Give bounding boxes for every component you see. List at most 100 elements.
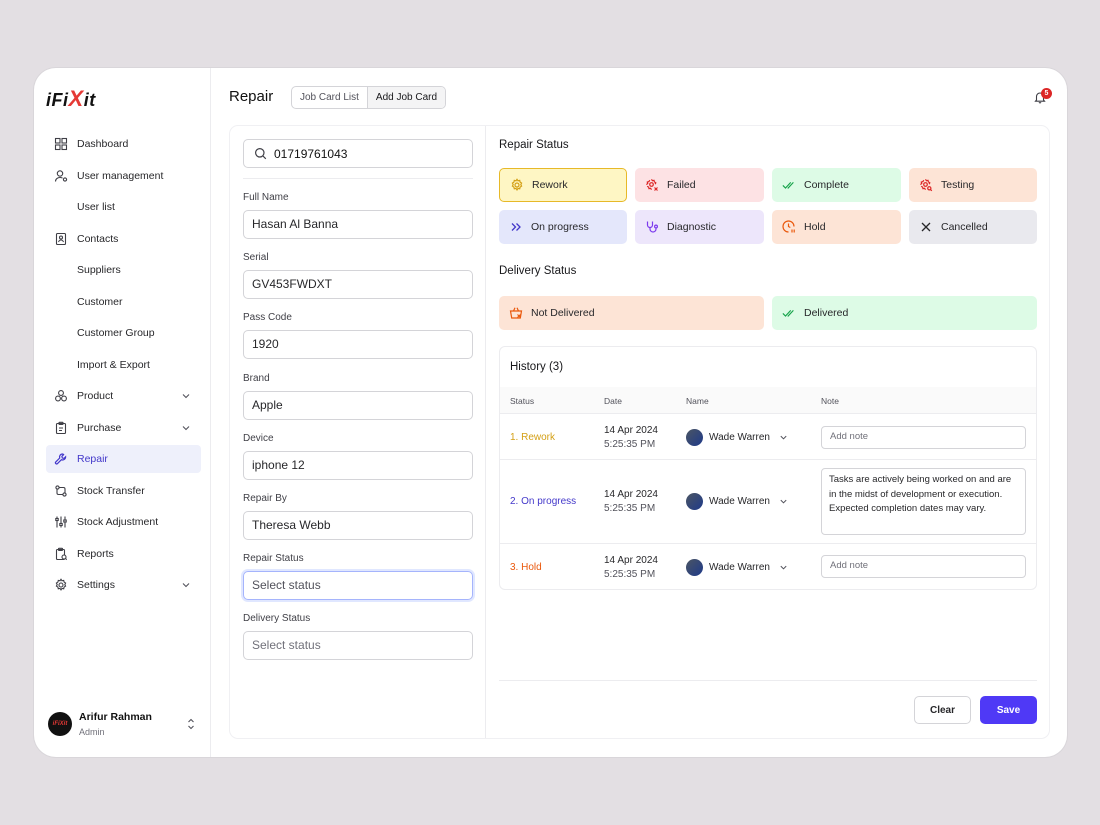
avatar: iFiXit	[48, 712, 72, 736]
pass-code-input[interactable]: 1920	[243, 330, 473, 359]
double-check-icon	[782, 181, 794, 189]
column-header-status: Status	[510, 396, 535, 406]
clear-button[interactable]: Clear	[914, 696, 971, 724]
avatar	[686, 493, 703, 510]
brand-input[interactable]: Apple	[243, 391, 473, 420]
chip-label: Delivered	[804, 307, 849, 319]
contacts-icon	[55, 232, 67, 245]
device-input[interactable]: iphone 12	[243, 451, 473, 480]
row-assignee-name: Wade Warren	[709, 432, 770, 443]
row-date: 14 Apr 2024 5:25:35 PM	[604, 554, 658, 582]
sidebar-item-label: Stock Adjustment	[77, 516, 159, 528]
status-panel: Repair Status Rework Failed Complete Tes…	[486, 126, 1049, 738]
save-button[interactable]: Save	[980, 696, 1037, 724]
table-row: 1. Rework 14 Apr 2024 5:25:35 PM Wade Wa…	[500, 413, 1036, 459]
sidebar-item-stock-transfer[interactable]: Stock Transfer	[46, 477, 201, 505]
row-assignee-name: Wade Warren	[709, 496, 770, 507]
status-option-diagnostic[interactable]: Diagnostic	[635, 210, 764, 244]
delivery-status-select[interactable]: Select status	[243, 631, 473, 660]
sidebar-item-dashboard[interactable]: Dashboard	[46, 130, 201, 158]
row-date-time: 5:25:35 PM	[604, 439, 656, 450]
job-card-form: 01719761043 Full Name Hasan Al Banna Ser…	[230, 126, 486, 738]
row-assignee[interactable]: Wade Warren	[686, 493, 788, 510]
chip-label: Rework	[532, 179, 568, 191]
row-status: 2. On progress	[510, 496, 577, 507]
chevron-down-icon	[182, 425, 190, 430]
sidebar-item-stock-adjustment[interactable]: Stock Adjustment	[46, 508, 201, 536]
full-name-input[interactable]: Hasan Al Banna	[243, 210, 473, 239]
app-logo[interactable]: iFiXit	[46, 86, 96, 112]
sidebar-item-contacts[interactable]: Contacts	[46, 225, 201, 253]
dashboard-icon	[54, 137, 68, 151]
view-tabs: Job Card List Add Job Card	[291, 86, 447, 109]
divider	[499, 680, 1037, 681]
sidebar-item-label: User list	[77, 201, 115, 213]
status-option-testing[interactable]: Testing	[909, 168, 1037, 202]
user-role: Admin	[79, 727, 105, 737]
repair-by-input[interactable]: Theresa Webb	[243, 511, 473, 540]
column-header-note: Note	[821, 396, 839, 406]
chevron-down-icon	[780, 499, 787, 504]
sidebar-item-label: Dashboard	[77, 138, 129, 150]
sidebar-item-label: Repair	[77, 453, 108, 465]
sidebar-item-user-list[interactable]: User list	[46, 193, 201, 221]
row-assignee[interactable]: Wade Warren	[686, 559, 788, 576]
status-option-cancelled[interactable]: Cancelled	[909, 210, 1037, 244]
status-option-on-progress[interactable]: On progress	[499, 210, 627, 244]
tab-add-job-card[interactable]: Add Job Card	[366, 87, 446, 108]
user-icon	[54, 169, 68, 182]
sidebar-item-reports[interactable]: Reports	[46, 540, 201, 568]
top-bar: Repair Job Card List Add Job Card 5	[211, 68, 1067, 126]
sidebar-item-user-management[interactable]: User management	[46, 162, 201, 190]
status-option-complete[interactable]: Complete	[772, 168, 901, 202]
delivery-option-not-delivered[interactable]: Not Delivered	[499, 296, 764, 330]
repair-icon	[54, 453, 67, 465]
double-check-icon	[782, 309, 794, 317]
sidebar-item-label: Settings	[77, 579, 115, 591]
chevron-down-icon	[182, 394, 190, 399]
status-option-failed[interactable]: Failed	[635, 168, 764, 202]
note-input[interactable]: Tasks are actively being worked on and a…	[821, 468, 1026, 535]
repair-status-select[interactable]: Select status	[243, 571, 473, 600]
serial-field: Serial GV453FWDXT	[243, 252, 473, 299]
sidebar-item-suppliers[interactable]: Suppliers	[46, 256, 201, 284]
sidebar: iFiXit Dashboard User management User li…	[34, 68, 211, 757]
chevron-down-icon	[780, 565, 787, 570]
field-label: Device	[243, 433, 274, 444]
row-assignee[interactable]: Wade Warren	[686, 429, 788, 446]
delivery-option-delivered[interactable]: Delivered	[772, 296, 1037, 330]
sidebar-item-label: User management	[77, 169, 164, 182]
sidebar-item-product[interactable]: Product	[46, 382, 201, 410]
search-input[interactable]: 01719761043	[243, 139, 473, 168]
sidebar-item-settings[interactable]: Settings	[46, 571, 201, 599]
sidebar-item-repair[interactable]: Repair	[46, 445, 201, 473]
repair-status-field: Repair Status Select status	[243, 553, 473, 600]
note-input[interactable]: Add note	[821, 426, 1026, 449]
note-input[interactable]: Add note	[821, 555, 1026, 578]
chip-label: Complete	[804, 179, 849, 191]
sidebar-item-customer[interactable]: Customer	[46, 288, 201, 316]
sidebar-item-import-export[interactable]: Import & Export	[46, 351, 201, 379]
full-name-field: Full Name Hasan Al Banna	[243, 192, 473, 239]
sidebar-item-customer-group[interactable]: Customer Group	[46, 319, 201, 347]
current-user[interactable]: iFiXit Arifur Rahman Admin	[48, 709, 198, 739]
serial-input[interactable]: GV453FWDXT	[243, 270, 473, 299]
sidebar-item-label: Contacts	[77, 232, 119, 245]
sidebar-item-purchase[interactable]: Purchase	[46, 414, 201, 442]
sidebar-item-label: Customer	[77, 295, 123, 308]
tab-job-card-list[interactable]: Job Card List	[292, 87, 367, 108]
divider	[243, 178, 473, 179]
row-date-day: 14 Apr 2024	[604, 489, 658, 500]
field-label: Repair Status	[243, 553, 304, 564]
user-name: Arifur Rahman	[79, 711, 152, 723]
status-option-hold[interactable]: Hold	[772, 210, 901, 244]
chip-label: Hold	[804, 221, 826, 233]
reports-icon	[55, 547, 68, 560]
status-option-rework[interactable]: Rework	[499, 168, 627, 202]
basket-x-icon	[509, 307, 523, 319]
search-icon	[255, 148, 267, 160]
gear-icon	[511, 178, 523, 191]
product-icon	[55, 390, 67, 402]
search-value: 01719761043	[274, 146, 348, 161]
chevron-up-down-icon[interactable]	[186, 717, 196, 731]
